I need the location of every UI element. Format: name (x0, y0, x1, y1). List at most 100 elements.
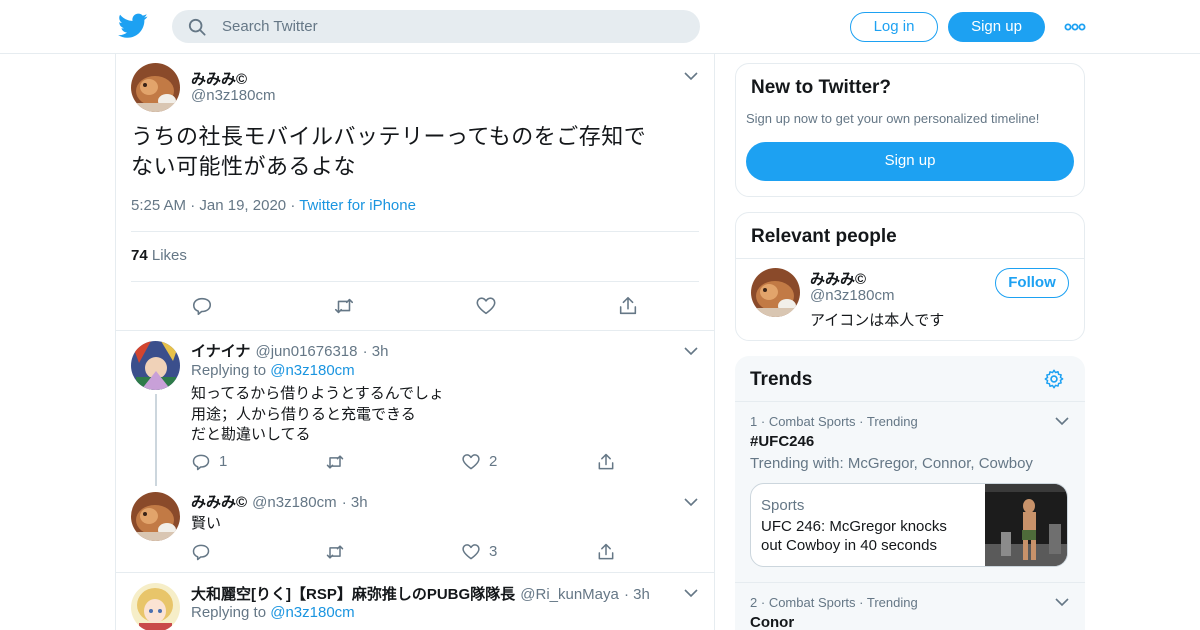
tweet-author-handle[interactable]: @n3z180cm (191, 87, 275, 104)
thread-line (155, 394, 157, 486)
reply-author-name[interactable]: イナイナ (191, 343, 250, 360)
trend-category: Combat Sports (768, 595, 856, 610)
search-icon (188, 18, 206, 36)
trend-name[interactable]: Conor (750, 614, 794, 630)
reply-author-handle[interactable]: @n3z180cm (252, 494, 336, 511)
dog-avatar-image (131, 63, 180, 112)
search-input[interactable] (222, 10, 682, 43)
replying-to-prefix: Replying to (191, 362, 267, 379)
replying-to-link[interactable]: @n3z180cm (270, 604, 354, 621)
tweet-text: うちの社長モバイルバッテリーってものをご存知で ない可能性があるよな (131, 123, 701, 183)
person-bio: アイコンは本人です (810, 311, 945, 329)
trend-item[interactable]: 1 · Combat Sports · Trending #UFC246 Tre… (735, 402, 1085, 582)
settings-gear-icon[interactable] (1043, 368, 1065, 390)
share-icon[interactable] (617, 295, 639, 317)
anime-avatar-image (131, 341, 180, 390)
share-icon[interactable] (596, 452, 616, 472)
news-category: Sports (761, 497, 805, 514)
chevron-down-icon[interactable] (1055, 416, 1069, 426)
avatar[interactable] (131, 583, 180, 630)
divider (131, 231, 699, 232)
likes-count: 74 (131, 247, 148, 264)
reply-author-handle[interactable]: @Ri_kunMaya (520, 586, 619, 603)
search-box[interactable] (172, 10, 700, 43)
new-to-twitter-card: New to Twitter? Sign up now to get your … (735, 63, 1085, 197)
card-subtitle: Sign up now to get your own personalized… (746, 111, 1040, 126)
replying-to-link[interactable]: @n3z180cm (270, 362, 354, 379)
tweet-date[interactable]: Jan 19, 2020 (199, 197, 286, 214)
like-icon[interactable] (475, 295, 497, 317)
dog-avatar-image (131, 492, 180, 541)
reply-author-handle[interactable]: @jun01676318 (256, 343, 358, 360)
chevron-down-icon[interactable] (684, 497, 698, 507)
tweet-meta: 5:25 AM · Jan 19, 2020 · Twitter for iPh… (131, 197, 416, 214)
person-handle[interactable]: @n3z180cm (810, 287, 894, 304)
share-icon[interactable] (596, 542, 616, 562)
avatar[interactable] (131, 341, 180, 390)
reply-time[interactable]: 3h (372, 343, 389, 360)
news-headline: UFC 246: McGregor knocks out Cowboy in 4… (761, 517, 947, 555)
reply-icon[interactable] (191, 452, 211, 472)
reply-author-name[interactable]: みみみ© (191, 494, 247, 511)
reply-text-line: 用途；人から借りると充電できる (191, 404, 416, 423)
anime-girl-avatar-image (131, 583, 180, 630)
trend-meta: 2 · Combat Sports · Trending (750, 595, 918, 610)
more-dots-icon[interactable] (1064, 18, 1086, 36)
separator-dot: · (190, 197, 200, 214)
divider (131, 281, 699, 282)
tweet-author-name[interactable]: みみみ© (191, 68, 247, 89)
reply-time[interactable]: 3h (633, 586, 650, 603)
card-title: Relevant people (751, 226, 897, 247)
likes-label: Likes (151, 247, 187, 264)
avatar[interactable] (131, 492, 180, 541)
twitter-bird-icon[interactable] (118, 13, 148, 39)
retweet-icon[interactable] (333, 295, 355, 317)
reply-author-name[interactable]: 大和麗空[りく]【RSP】麻弥推しのPUBG隊隊長 (191, 586, 515, 603)
reply-text-line: 知ってるから借りようとするんでしょ (191, 384, 445, 402)
separator-dot: · (362, 343, 372, 360)
relevant-people-card: Relevant people みみみ© @n3z180cm アイコンは本人です… (735, 212, 1085, 341)
news-headline-line: UFC 246: McGregor knocks (761, 518, 947, 535)
replying-to: Replying to @n3z180cm (191, 604, 355, 621)
card-title: Trends (750, 369, 813, 390)
reply-count: 1 (219, 453, 228, 470)
divider (116, 572, 714, 573)
avatar[interactable] (751, 268, 800, 317)
chevron-down-icon[interactable] (684, 71, 698, 81)
divider (116, 330, 714, 331)
chevron-down-icon[interactable] (684, 588, 698, 598)
trend-item[interactable]: 2 · Combat Sports · Trending Conor (735, 583, 1085, 630)
retweet-icon[interactable] (325, 542, 345, 562)
chevron-down-icon[interactable] (684, 346, 698, 356)
reply-header: みみみ© @n3z180cm · 3h (191, 491, 368, 512)
person-name[interactable]: みみみ© (810, 268, 866, 289)
news-headline-line: out Cowboy in 40 seconds (761, 537, 937, 554)
separator-dot: · (760, 595, 769, 610)
signup-button[interactable]: Sign up (948, 12, 1045, 42)
separator-dot: · (760, 414, 769, 429)
reply-time[interactable]: 3h (351, 494, 368, 511)
likes-stat[interactable]: 74 Likes (131, 247, 187, 264)
login-button[interactable]: Log in (850, 12, 938, 42)
separator-dot: · (341, 494, 351, 511)
tweet-time[interactable]: 5:25 AM (131, 197, 186, 214)
signup-big-button[interactable]: Sign up (746, 142, 1074, 181)
reply-header: イナイナ @jun01676318 · 3h (191, 340, 388, 361)
tweet-text-line: うちの社長モバイルバッテリーってものをご存知で (131, 125, 647, 150)
trend-category: Combat Sports (768, 414, 856, 429)
reply-icon[interactable] (191, 542, 211, 562)
news-card[interactable]: Sports UFC 246: McGregor knocks out Cowb… (750, 483, 1068, 567)
retweet-icon[interactable] (325, 452, 345, 472)
reply-icon[interactable] (191, 295, 213, 317)
tweet-source-link[interactable]: Twitter for iPhone (299, 197, 416, 214)
trend-with: Trending with: McGregor, Connor, Cowboy (750, 455, 1033, 472)
avatar[interactable] (131, 63, 180, 112)
dog-avatar-image (751, 268, 800, 317)
trend-rank: 2 (750, 595, 758, 610)
chevron-down-icon[interactable] (1055, 597, 1069, 607)
like-icon[interactable] (461, 542, 481, 562)
follow-button[interactable]: Follow (995, 268, 1069, 298)
like-icon[interactable] (461, 452, 481, 472)
trends-card: Trends 1 · Combat Sports · Trending #UFC… (735, 356, 1085, 630)
trend-name[interactable]: #UFC246 (750, 433, 814, 450)
